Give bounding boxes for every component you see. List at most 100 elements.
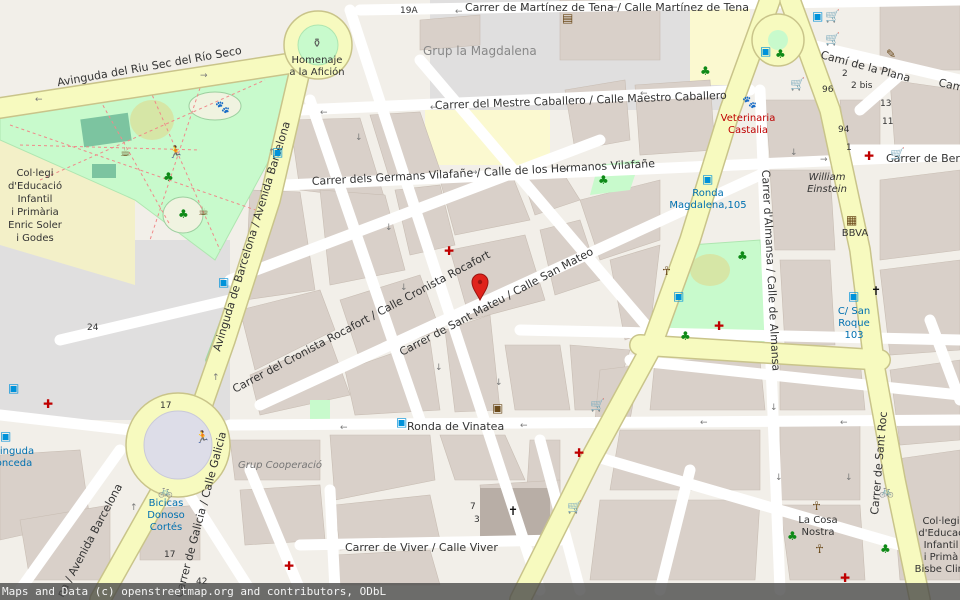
label-concepcion-2: onceda	[0, 458, 32, 469]
svg-text:→: →	[200, 71, 208, 81]
map-canvas: ← ← ← ← ←← →→→ ← ← ← ←↓↓ ↓↓↓ ↓↓↓ ←→↑ ↑↑↓ Carr…	[0, 0, 960, 600]
playground-icon: ♣	[680, 329, 691, 343]
shop-icon: 🛒	[825, 32, 840, 46]
monument-icon: ⚱	[312, 36, 322, 50]
drinking-icon: ☕	[120, 145, 131, 159]
label-concepcion-1: vinguda	[0, 446, 34, 457]
label-veterinaria-2: Castalia	[728, 125, 768, 136]
label-school2-2: d'Educac	[918, 528, 960, 539]
svg-text:↓: ↓	[775, 473, 783, 483]
label-grup-magdalena: Grup la Magdalena	[423, 44, 537, 58]
label-bbva: BBVA	[842, 228, 869, 239]
map-view[interactable]: ← ← ← ← ← ← → → → ← ← ← ← ↓ ↓ ↓ ↓ ↓ ↓ ↓ ↓ ← → ↑ ↑ ↑ ↓ Carr…	[0, 0, 960, 600]
label-bicicas-2: Donoso	[147, 510, 185, 521]
roundabout-southwest-island	[143, 410, 213, 480]
playground-icon: ♣	[787, 529, 798, 543]
label-homenaje-1: Homenaje	[292, 55, 343, 66]
lawn	[130, 100, 174, 140]
label-school2-4: i Primà	[924, 551, 959, 563]
pharmacy-icon: ✚	[574, 446, 584, 460]
veterinary-icon: 🐾	[742, 95, 757, 109]
playground-icon: ♣	[163, 170, 174, 184]
church-icon: ✝	[871, 284, 881, 298]
label-william-1: William	[809, 172, 846, 183]
bus-stop-icon: ▣	[218, 275, 229, 289]
housenumber: 7	[470, 502, 476, 512]
label-school-6: i Godes	[16, 233, 54, 244]
community-icon: ☥	[812, 499, 821, 513]
bicycle-icon: 🚲	[158, 484, 173, 498]
street-viver: Carrer de Viver / Calle Viver	[345, 541, 498, 554]
bicycle-icon: 🚲	[879, 484, 894, 498]
bus-stop-icon: ▣	[396, 415, 407, 429]
housenumber: 94	[838, 125, 850, 135]
community-icon: ☥	[815, 542, 824, 556]
playground-icon: ♣	[880, 542, 891, 556]
pharmacy-icon: ✚	[43, 397, 53, 411]
svg-text:←: ←	[520, 421, 528, 431]
label-school2-5: Bisbe Clim	[915, 564, 960, 575]
label-lacosa-1: La Cosa	[798, 515, 837, 526]
pharmacy-icon: ✚	[864, 149, 874, 163]
label-grup-cooperacio: Grup Cooperació	[238, 459, 322, 471]
svg-text:↓: ↓	[790, 148, 798, 158]
label-school2-3: Infantil	[924, 540, 959, 551]
bus-stop-icon: ▣	[848, 289, 859, 303]
label-ronda-mag-1: Ronda	[692, 188, 723, 199]
label-school-2: d'Educació	[8, 180, 62, 192]
attribution[interactable]: Maps and Data (c) openstreetmap.org and …	[0, 583, 960, 600]
lawn	[690, 254, 730, 286]
label-sanroque-2: Roque	[838, 318, 869, 329]
label-sanroque-3: 103	[844, 330, 863, 341]
street-martinez-tena: Carrer de Martínez de Tena / Calle Martí…	[465, 1, 749, 14]
cinema-icon: ▣	[492, 401, 503, 415]
svg-text:←: ←	[455, 7, 463, 17]
svg-text:↓: ↓	[435, 363, 443, 373]
bus-stop-icon: ▣	[8, 381, 19, 395]
label-school2-1: Col·legi	[922, 516, 959, 527]
housenumber: 19A	[400, 6, 418, 16]
label-william-2: Einstein	[807, 184, 847, 195]
housenumber: 96	[822, 85, 834, 95]
housenumber: 17	[164, 550, 175, 560]
housenumber: 17	[160, 401, 171, 411]
label-school-1: Col·legi	[16, 168, 53, 179]
bus-stop-icon: ▣	[760, 44, 771, 58]
svg-text:→: →	[820, 155, 828, 165]
housenumber: 13	[880, 99, 891, 109]
shop-icon: 🛒	[590, 398, 605, 412]
label-school-5: Enric Soler	[8, 220, 63, 231]
housenumber: 1	[846, 143, 852, 153]
housenumber: 24	[87, 323, 99, 333]
housenumber: 3	[474, 515, 480, 525]
svg-text:↑: ↑	[212, 373, 220, 383]
label-sanroque-1: C/ San	[838, 306, 870, 317]
playground-icon: ♣	[598, 173, 609, 187]
housenumber: 11	[882, 117, 893, 127]
svg-text:↓: ↓	[495, 378, 503, 388]
label-homenaje-2: a la Afición	[289, 66, 344, 78]
bank-icon: ▦	[846, 213, 857, 227]
bus-stop-icon: ▣	[702, 172, 713, 186]
bus-stop-icon: ▣	[673, 289, 684, 303]
street-ronda-vinatea: Ronda de Vinatea	[407, 420, 504, 433]
label-bicicas-3: Cortés	[150, 521, 183, 533]
bench-icon: ▤	[562, 11, 573, 25]
picnic-icon: ♣	[178, 207, 189, 221]
playground-icon: 🐾	[215, 100, 230, 114]
label-lacosa-2: Nostra	[802, 527, 835, 538]
drinking-icon: ☕	[198, 204, 209, 218]
shop-icon: 🛒	[790, 77, 805, 91]
pharmacy-icon: ✚	[444, 244, 454, 258]
label-ronda-mag-2: Magdalena,105	[669, 200, 746, 211]
svg-text:←: ←	[35, 95, 43, 105]
sport-icon: 🏃	[168, 145, 183, 159]
svg-text:↓: ↓	[355, 133, 363, 143]
playground-icon: ♣	[775, 47, 786, 61]
housenumber: 2 bis	[851, 81, 873, 91]
svg-text:←: ←	[340, 423, 348, 433]
svg-text:←: ←	[700, 418, 708, 428]
shop-icon: 🛒	[825, 9, 840, 23]
label-school-4: i Primària	[11, 206, 59, 218]
church-icon: ✝	[508, 504, 518, 518]
